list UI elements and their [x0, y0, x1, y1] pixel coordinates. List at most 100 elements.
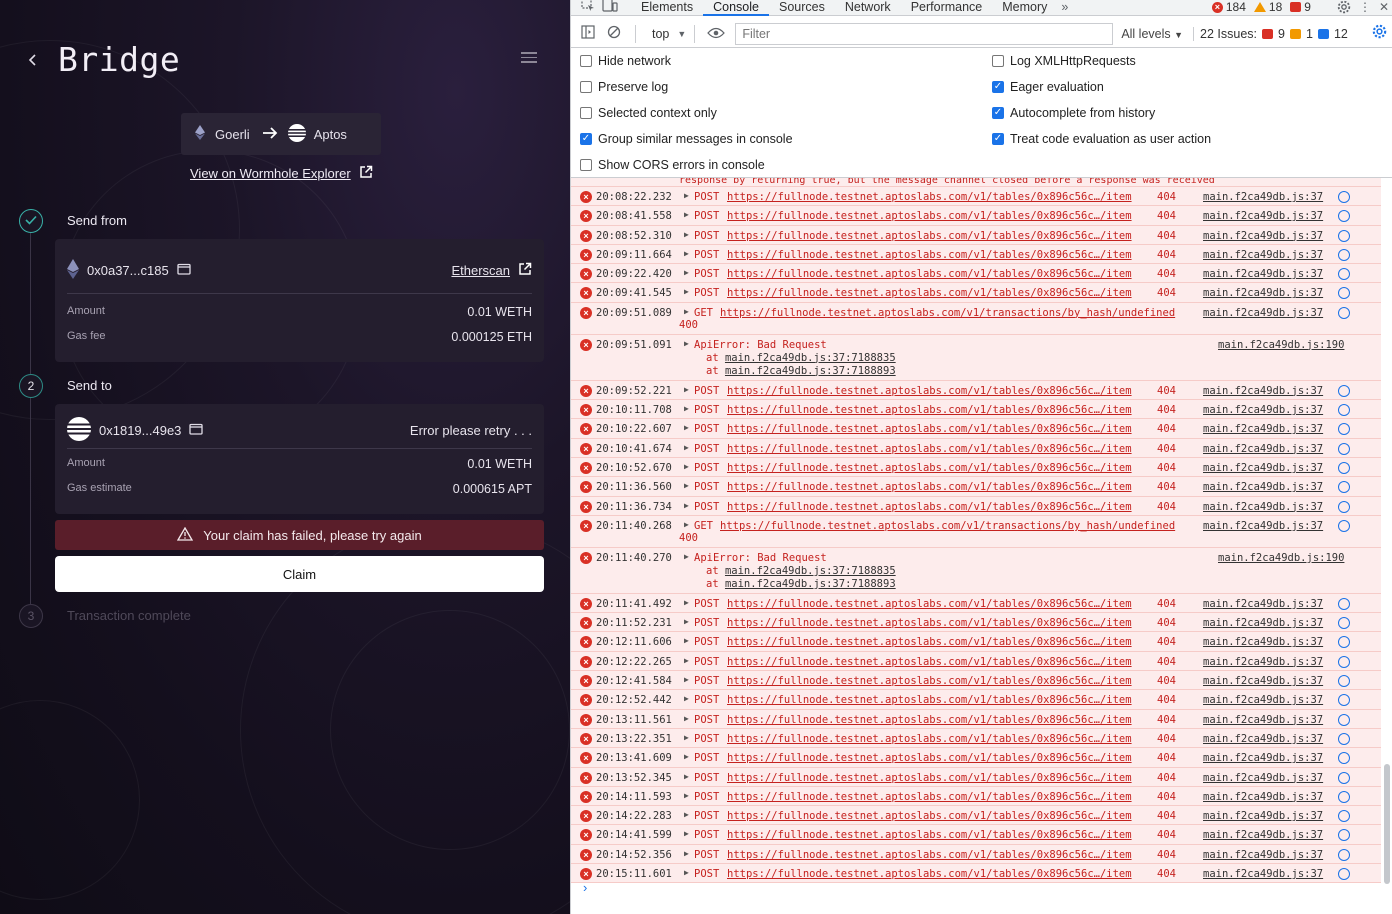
request-url[interactable]: https://fullnode.testnet.aptoslabs.com/v… [727, 423, 1132, 435]
checkbox-log-xhr[interactable]: Log XMLHttpRequests [992, 54, 1136, 68]
settings-gear-icon[interactable] [1337, 0, 1351, 17]
checkbox-box[interactable] [992, 55, 1004, 67]
log-source-link[interactable]: main.f2ca49db.js:37 [1203, 191, 1323, 203]
wormhole-explorer-link[interactable]: View on Wormhole Explorer [190, 165, 373, 182]
request-url[interactable]: https://fullnode.testnet.aptoslabs.com/v… [727, 230, 1132, 242]
console-network-error-entry[interactable]: × 20:12:41.584 ▶ POST https://fullnode.testn… [571, 671, 1381, 691]
log-source-link[interactable]: main.f2ca49db.js:37 [1203, 230, 1323, 242]
log-source-link[interactable]: main.f2ca49db.js:37 [1203, 443, 1323, 455]
console-network-error-entry[interactable]: × 20:09:52.221 ▶ POST https://fullnode.testn… [571, 380, 1381, 401]
console-network-error-entry[interactable]: × 20:12:52.442 ▶ POST https://fullnode.testn… [571, 690, 1381, 710]
request-url[interactable]: https://fullnode.testnet.aptoslabs.com/v… [727, 810, 1132, 822]
stack-frame[interactable]: at main.f2ca49db.js:37:7188893 [706, 365, 896, 377]
expand-arrow-icon[interactable]: ▶ [684, 829, 689, 838]
expand-arrow-icon[interactable]: ▶ [684, 694, 689, 703]
request-url[interactable]: https://fullnode.testnet.aptoslabs.com/v… [727, 481, 1132, 493]
stack-frame-link[interactable]: main.f2ca49db.js:37:7188893 [725, 578, 896, 590]
expand-arrow-icon[interactable]: ▶ [684, 791, 689, 800]
tab-memory[interactable]: Memory [992, 0, 1057, 14]
wallet-icon[interactable] [189, 423, 204, 438]
clear-console-icon[interactable] [601, 25, 627, 42]
console-network-error-entry[interactable]: × 20:12:22.265 ▶ POST https://fullnode.testn… [571, 651, 1381, 672]
request-url[interactable]: https://fullnode.testnet.aptoslabs.com/v… [720, 307, 1175, 319]
stack-frame-link[interactable]: main.f2ca49db.js:37:7188893 [725, 365, 896, 377]
expand-arrow-icon[interactable]: ▶ [684, 501, 689, 510]
expand-arrow-icon[interactable]: ▶ [684, 598, 689, 607]
request-url[interactable]: https://fullnode.testnet.aptoslabs.com/v… [727, 287, 1132, 299]
stack-frame[interactable]: at main.f2ca49db.js:37:7188835 [706, 565, 896, 577]
globe-icon[interactable] [1338, 694, 1350, 707]
expand-arrow-icon[interactable]: ▶ [684, 552, 689, 561]
console-network-error-entry[interactable]: × 20:09:11.664 ▶ POST https://fullnode.testn… [571, 244, 1381, 265]
globe-icon[interactable] [1338, 500, 1350, 513]
log-source-link[interactable]: main.f2ca49db.js:37 [1203, 656, 1323, 668]
log-source-link[interactable]: main.f2ca49db.js:190 [1218, 339, 1344, 351]
checkbox-box[interactable]: ✓ [580, 133, 592, 145]
expand-arrow-icon[interactable]: ▶ [684, 230, 689, 239]
tab-elements[interactable]: Elements [631, 0, 703, 14]
sidebar-toggle-icon[interactable] [575, 25, 601, 42]
filter-input[interactable] [735, 22, 1114, 45]
console-network-error-entry[interactable]: × 20:09:41.545 ▶ POST https://fullnode.testn… [571, 283, 1381, 303]
tab-console[interactable]: Console [703, 0, 769, 16]
request-url[interactable]: https://fullnode.testnet.aptoslabs.com/v… [727, 249, 1132, 261]
expand-arrow-icon[interactable]: ▶ [684, 656, 689, 665]
checkbox-hide-network[interactable]: Hide network [580, 54, 671, 68]
context-selector[interactable]: top ▼ [652, 27, 686, 41]
issues-button[interactable]: 22 Issues: 9 1 12 [1193, 26, 1348, 41]
log-source-link[interactable]: main.f2ca49db.js:190 [1218, 552, 1344, 564]
globe-icon[interactable] [1338, 597, 1350, 610]
globe-icon[interactable] [1338, 752, 1350, 765]
log-source-link[interactable]: main.f2ca49db.js:37 [1203, 462, 1323, 474]
expand-arrow-icon[interactable]: ▶ [684, 268, 689, 277]
log-source-link[interactable]: main.f2ca49db.js:37 [1203, 752, 1323, 764]
console-network-error-entry[interactable]: × 20:11:36.734 ▶ POST https://fullnode.testn… [571, 496, 1381, 516]
log-levels-dropdown[interactable]: All levels ▼ [1121, 27, 1183, 41]
console-network-error-entry[interactable]: × 20:10:11.708 ▶ POST https://fullnode.testn… [571, 400, 1381, 420]
tab-network[interactable]: Network [835, 0, 901, 14]
expand-arrow-icon[interactable]: ▶ [684, 636, 689, 645]
log-source-link[interactable]: main.f2ca49db.js:37 [1203, 829, 1323, 841]
globe-icon[interactable] [1338, 229, 1350, 242]
log-source-link[interactable]: main.f2ca49db.js:37 [1203, 423, 1323, 435]
checkbox-eager-eval[interactable]: ✓ Eager evaluation [992, 80, 1104, 94]
log-source-link[interactable]: main.f2ca49db.js:37 [1203, 791, 1323, 803]
request-url[interactable]: https://fullnode.testnet.aptoslabs.com/v… [727, 404, 1132, 416]
expand-arrow-icon[interactable]: ▶ [684, 191, 689, 200]
checkbox-preserve-log[interactable]: Preserve log [580, 80, 668, 94]
console-network-error-entry[interactable]: × 20:08:52.310 ▶ POST https://fullnode.testn… [571, 225, 1381, 245]
console-error-entry[interactable]: × 20:11:40.270 ▶ ApiError: Bad Request main.… [571, 547, 1381, 594]
expand-arrow-icon[interactable]: ▶ [684, 287, 689, 296]
log-source-link[interactable]: main.f2ca49db.js:37 [1203, 287, 1323, 299]
log-source-link[interactable]: main.f2ca49db.js:37 [1203, 210, 1323, 222]
console-network-error-entry[interactable]: × 20:13:52.345 ▶ POST https://fullnode.testn… [571, 767, 1381, 787]
console-network-error-entry[interactable]: × 20:13:22.351 ▶ POST https://fullnode.testn… [571, 728, 1381, 749]
console-network-error-entry[interactable]: × 20:09:22.420 ▶ POST https://fullnode.testn… [571, 264, 1381, 284]
globe-icon[interactable] [1338, 248, 1350, 261]
globe-icon[interactable] [1338, 868, 1350, 881]
log-source-link[interactable]: main.f2ca49db.js:37 [1203, 636, 1323, 648]
console-network-error-entry[interactable]: × 20:08:41.558 ▶ POST https://fullnode.testn… [571, 206, 1381, 226]
globe-icon[interactable] [1338, 287, 1350, 300]
expand-arrow-icon[interactable]: ▶ [684, 249, 689, 258]
log-source-link[interactable]: main.f2ca49db.js:37 [1203, 404, 1323, 416]
request-url[interactable]: https://fullnode.testnet.aptoslabs.com/v… [727, 385, 1132, 397]
console-network-error-entry[interactable]: × 20:14:22.283 ▶ POST https://fullnode.testn… [571, 806, 1381, 826]
tab-sources[interactable]: Sources [769, 0, 835, 14]
log-source-link[interactable]: main.f2ca49db.js:37 [1203, 385, 1323, 397]
log-source-link[interactable]: main.f2ca49db.js:37 [1203, 307, 1323, 319]
close-icon[interactable]: ✕ [1379, 0, 1389, 14]
console-network-error-entry[interactable]: × 20:14:11.593 ▶ POST https://fullnode.testn… [571, 786, 1381, 807]
more-options-icon[interactable]: ⋮ [1359, 0, 1371, 14]
wallet-icon[interactable] [177, 263, 191, 278]
log-source-link[interactable]: main.f2ca49db.js:37 [1203, 675, 1323, 687]
console-network-error-entry[interactable]: × 20:10:52.670 ▶ POST https://fullnode.testn… [571, 457, 1381, 478]
console-network-error-entry[interactable]: × 20:13:11.561 ▶ POST https://fullnode.testn… [571, 709, 1381, 729]
device-toolbar-icon[interactable] [599, 0, 621, 14]
console-network-error-entry[interactable]: × 20:14:41.599 ▶ POST https://fullnode.testn… [571, 825, 1381, 845]
more-tabs-icon[interactable]: » [1057, 0, 1068, 14]
console-network-error-entry[interactable]: × 20:13:41.609 ▶ POST https://fullnode.testn… [571, 748, 1381, 768]
request-url[interactable]: https://fullnode.testnet.aptoslabs.com/v… [727, 501, 1132, 513]
log-source-link[interactable]: main.f2ca49db.js:37 [1203, 617, 1323, 629]
checkbox-box[interactable]: ✓ [992, 107, 1004, 119]
